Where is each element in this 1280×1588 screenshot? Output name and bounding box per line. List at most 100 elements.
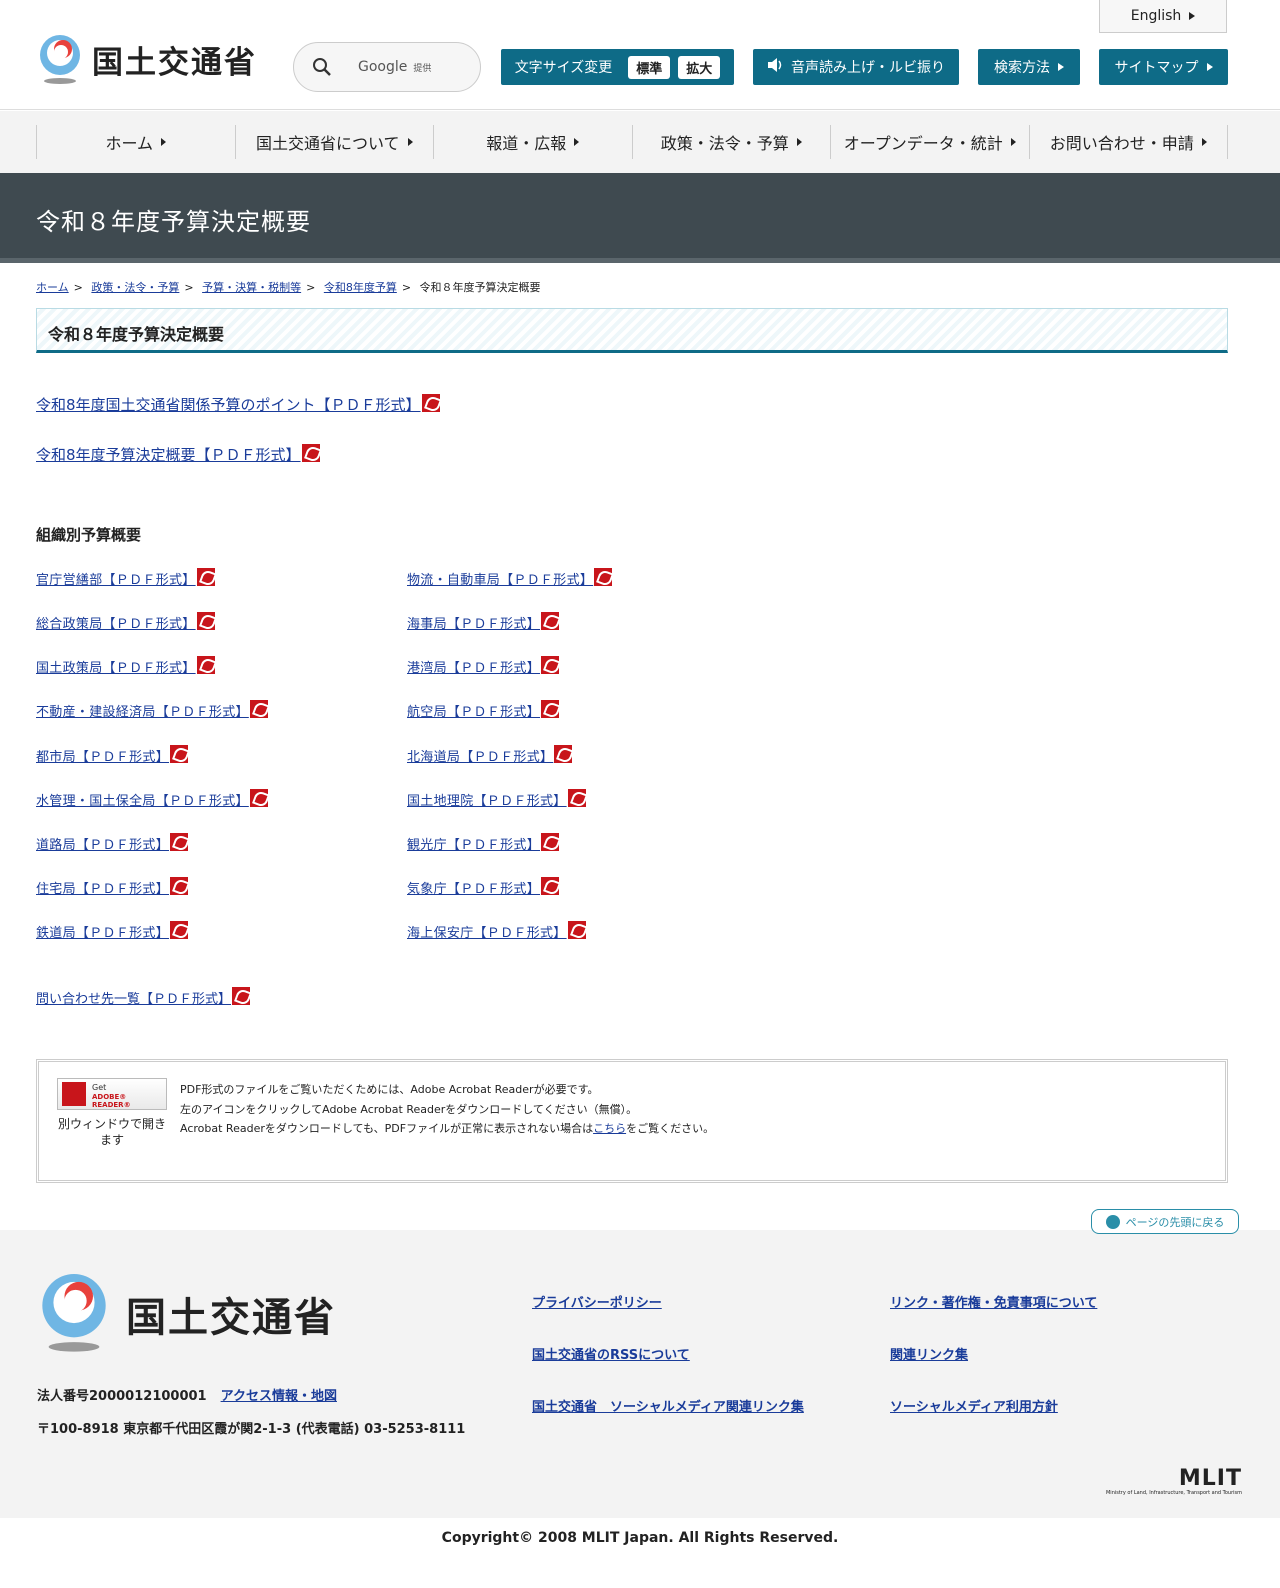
- budget-summary-link[interactable]: 令和8年度予算決定概要【ＰＤＦ形式】: [36, 446, 301, 464]
- section-heading: 令和８年度予算決定概要: [48, 325, 225, 344]
- pdf-icon: [170, 921, 189, 939]
- footer-logo: 国土交通省: [36, 1270, 336, 1358]
- org-link-item: 住宅局【ＰＤＦ形式】: [36, 877, 189, 897]
- nav-item-policy[interactable]: 政策・法令・予算: [631, 125, 831, 159]
- font-size-label: 文字サイズ変更: [514, 60, 613, 76]
- nav-item-home[interactable]: ホーム: [36, 125, 235, 159]
- org-link-item: 北海道局【ＰＤＦ形式】: [407, 745, 573, 765]
- org-budget-link[interactable]: 海上保安庁【ＰＤＦ形式】: [407, 926, 567, 941]
- footer-logo-text: 国土交通省: [126, 1295, 336, 1341]
- pdf-icon: [170, 877, 189, 895]
- rss-link[interactable]: 国土交通省のRSSについて: [532, 1344, 690, 1363]
- contact-list-link[interactable]: 問い合わせ先一覧【ＰＤＦ形式】: [36, 992, 231, 1007]
- adobe-line-2: 左のアイコンをクリックしてAdobe Acrobat Readerをダウンロード…: [180, 1102, 638, 1116]
- font-standard-button[interactable]: 標準: [628, 55, 671, 79]
- copyright-link[interactable]: リンク・著作権・免責事項について: [890, 1292, 1097, 1311]
- adobe-help-link[interactable]: こちら: [593, 1122, 626, 1135]
- nav-item-opendata[interactable]: オープンデータ・統計: [830, 125, 1029, 159]
- voice-label: 音声読み上げ・ルビ振り: [791, 60, 945, 76]
- global-nav: ホーム 国土交通省について 報道・広報 政策・法令・予算 オープンデータ・統計 …: [0, 111, 1280, 173]
- org-budget-link[interactable]: 官庁営繕部【ＰＤＦ形式】: [36, 573, 196, 588]
- org-budget-link[interactable]: 海事局【ＰＤＦ形式】: [407, 617, 540, 632]
- mlit-logo-icon: [36, 33, 84, 85]
- related-links-link[interactable]: 関連リンク集: [890, 1344, 968, 1363]
- breadcrumb-link-policy[interactable]: 政策・法令・予算: [91, 281, 179, 294]
- english-link[interactable]: English: [1099, 0, 1227, 33]
- nav-item-contact[interactable]: お問い合わせ・申請: [1028, 125, 1228, 159]
- org-link-item: 物流・自動車局【ＰＤＦ形式】: [407, 568, 613, 588]
- mlit-wordmark: MLIT Ministry of Land, Infrastructure, T…: [1105, 1466, 1242, 1497]
- org-link-item: 不動産・建設経済局【ＰＤＦ形式】: [36, 700, 268, 720]
- org-link-item: 港湾局【ＰＤＦ形式】: [407, 656, 560, 676]
- page-top-button[interactable]: ページの先頭に戻る: [1091, 1209, 1239, 1234]
- sitemap-button[interactable]: サイトマップ: [1099, 49, 1228, 85]
- org-link-item: 海上保安庁【ＰＤＦ形式】: [407, 921, 586, 941]
- org-budget-link[interactable]: 観光庁【ＰＤＦ形式】: [407, 838, 540, 853]
- search-method-label: 検索方法: [994, 60, 1050, 76]
- pdf-icon: [567, 921, 586, 939]
- site-logo-link[interactable]: 国土交通省: [36, 33, 257, 85]
- pdf-icon: [170, 833, 189, 851]
- pdf-icon: [594, 568, 613, 586]
- arrow-right-icon: [1206, 63, 1213, 71]
- org-budget-link[interactable]: 総合政策局【ＰＤＦ形式】: [36, 617, 196, 632]
- org-budget-link[interactable]: 国土政策局【ＰＤＦ形式】: [36, 661, 196, 676]
- budget-summary-item: 令和8年度予算決定概要【ＰＤＦ形式】: [36, 444, 320, 465]
- org-budget-link[interactable]: 住宅局【ＰＤＦ形式】: [36, 882, 169, 897]
- org-budget-link[interactable]: 国土地理院【ＰＤＦ形式】: [407, 794, 567, 809]
- budget-points-link[interactable]: 令和8年度国土交通省関係予算のポイント【ＰＤＦ形式】: [36, 396, 421, 414]
- pdf-icon: [541, 612, 560, 630]
- breadcrumb-link-budget[interactable]: 予算・決算・税制等: [202, 281, 301, 294]
- org-link-item: 気象庁【ＰＤＦ形式】: [407, 877, 560, 897]
- org-budget-link[interactable]: 道路局【ＰＤＦ形式】: [36, 838, 169, 853]
- arrow-right-icon: [1201, 138, 1207, 146]
- pdf-icon: [554, 745, 573, 763]
- breadcrumb-link-home[interactable]: ホーム: [36, 281, 69, 294]
- arrow-right-icon: [796, 138, 802, 146]
- page-title: 令和８年度予算決定概要: [36, 208, 311, 236]
- org-budget-link[interactable]: 航空局【ＰＤＦ形式】: [407, 705, 540, 720]
- org-link-item: 鉄道局【ＰＤＦ形式】: [36, 921, 189, 941]
- org-budget-link[interactable]: 港湾局【ＰＤＦ形式】: [407, 661, 540, 676]
- adobe-caption: 別ウィンドウで開きます: [57, 1117, 166, 1147]
- voice-button[interactable]: 音声読み上げ・ルビ振り: [753, 49, 959, 85]
- pdf-icon: [541, 877, 560, 895]
- org-budget-link[interactable]: 鉄道局【ＰＤＦ形式】: [36, 926, 169, 941]
- org-link-item: 観光庁【ＰＤＦ形式】: [407, 833, 560, 853]
- org-link-item: 総合政策局【ＰＤＦ形式】: [36, 612, 215, 632]
- site-footer: 国土交通省 法人番号2000012100001 アクセス情報・地図 〒100-89…: [0, 1230, 1280, 1518]
- social-policy-link[interactable]: ソーシャルメディア利用方針: [890, 1396, 1058, 1415]
- font-large-button[interactable]: 拡大: [678, 55, 721, 79]
- adobe-line-3: Acrobat Readerをダウンロードしても、PDFファイルが正常に表示され…: [180, 1122, 715, 1135]
- arrow-right-icon: [1058, 63, 1064, 71]
- nav-item-press[interactable]: 報道・広報: [433, 125, 632, 159]
- pdf-icon: [541, 833, 560, 851]
- org-budget-link[interactable]: 物流・自動車局【ＰＤＦ形式】: [407, 573, 593, 588]
- org-budget-link[interactable]: 都市局【ＰＤＦ形式】: [36, 750, 169, 765]
- org-link-item: 海事局【ＰＤＦ形式】: [407, 612, 560, 632]
- org-budget-heading: 組織別予算概要: [36, 526, 142, 544]
- search-method-button[interactable]: 検索方法: [978, 49, 1080, 85]
- pdf-icon: [170, 745, 189, 763]
- contact-list-item: 問い合わせ先一覧【ＰＤＦ形式】: [36, 987, 251, 1007]
- pdf-icon: [567, 789, 586, 807]
- pdf-icon: [301, 444, 320, 462]
- access-link[interactable]: アクセス情報・地図: [221, 1389, 337, 1404]
- social-links-link[interactable]: 国土交通省 ソーシャルメディア関連リンク集: [532, 1396, 804, 1415]
- get-adobe-reader-button[interactable]: Get ADOBE® READER®: [57, 1078, 167, 1110]
- pdf-icon: [541, 700, 560, 718]
- pdf-icon: [249, 789, 268, 807]
- nav-item-about[interactable]: 国土交通省について: [234, 125, 434, 159]
- privacy-link[interactable]: プライバシーポリシー: [532, 1292, 662, 1311]
- arrow-up-icon: [1105, 1214, 1120, 1229]
- org-budget-link[interactable]: 気象庁【ＰＤＦ形式】: [407, 882, 540, 897]
- adobe-reader-notice: Get ADOBE® READER® 別ウィンドウで開きます PDF形式のファイ…: [36, 1059, 1228, 1183]
- org-link-item: 水管理・国土保全局【ＰＤＦ形式】: [36, 789, 268, 809]
- site-search-input[interactable]: Google 提供: [293, 42, 481, 92]
- breadcrumb-link-r8-budget[interactable]: 令和8年度予算: [324, 281, 397, 294]
- org-budget-link[interactable]: 水管理・国土保全局【ＰＤＦ形式】: [36, 794, 249, 809]
- adobe-badge-reader: ADOBE® READER®: [92, 1093, 131, 1109]
- org-budget-link[interactable]: 不動産・建設経済局【ＰＤＦ形式】: [36, 705, 249, 720]
- adobe-badge-get: Get: [92, 1083, 107, 1092]
- org-budget-link[interactable]: 北海道局【ＰＤＦ形式】: [407, 750, 553, 765]
